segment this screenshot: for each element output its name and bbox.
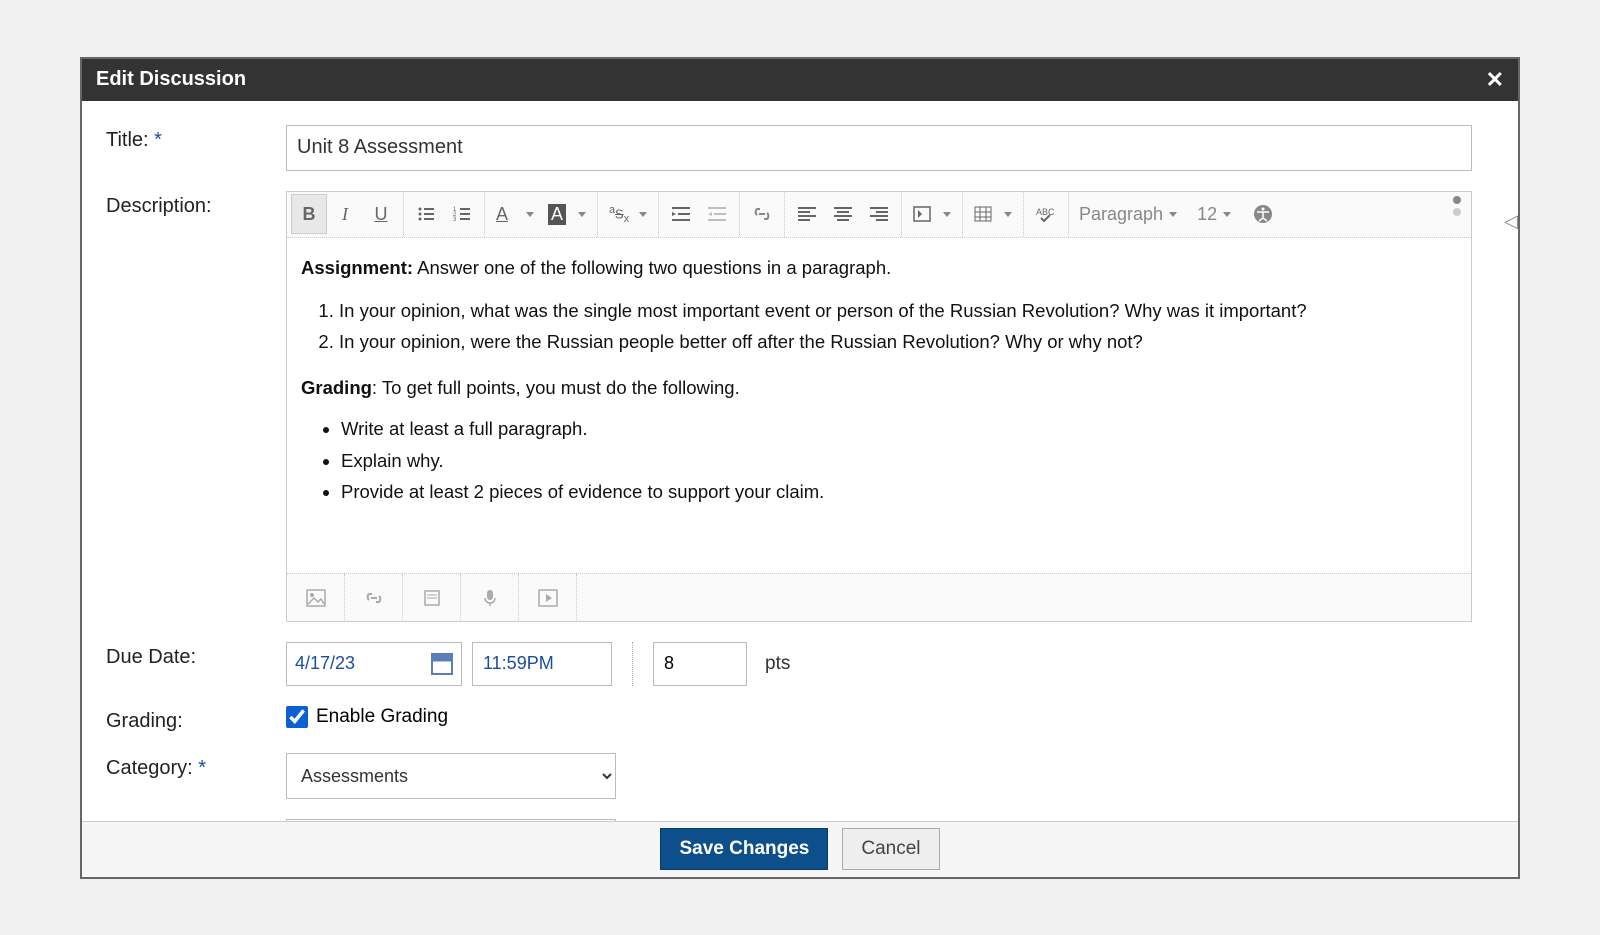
- accessibility-icon[interactable]: [1245, 194, 1281, 234]
- modal-body: Title: * Description: B I: [82, 101, 1518, 821]
- modal-header: Edit Discussion ✕: [82, 59, 1518, 101]
- text-color-icon[interactable]: A: [489, 194, 541, 234]
- svg-text:3: 3: [453, 217, 457, 222]
- required-asterisk: *: [198, 757, 206, 779]
- cancel-button[interactable]: Cancel: [842, 828, 939, 870]
- rich-text-editor: B I U 123: [286, 191, 1472, 622]
- due-time-input[interactable]: 11:59PM: [472, 642, 612, 686]
- align-center-icon[interactable]: [825, 194, 861, 234]
- spellcheck-icon[interactable]: ABC: [1028, 194, 1064, 234]
- clear-format-icon[interactable]: aSx: [602, 194, 654, 234]
- points-label: pts: [765, 653, 790, 675]
- edit-discussion-modal: Edit Discussion ✕ Title: * Description:: [80, 57, 1520, 879]
- editor-bottom-toolbar: [287, 573, 1471, 621]
- enable-grading-label: Enable Grading: [316, 706, 448, 728]
- insert-link-icon[interactable]: [345, 574, 403, 622]
- description-label: Description:: [106, 191, 286, 218]
- bullet-list-icon[interactable]: [408, 194, 444, 234]
- close-icon[interactable]: ✕: [1486, 67, 1504, 93]
- title-input[interactable]: [286, 125, 1472, 171]
- title-label: Title: *: [106, 125, 286, 152]
- font-size-select[interactable]: 12: [1187, 194, 1241, 234]
- toolbar-more-icon[interactable]: [1453, 196, 1461, 216]
- calendar-icon[interactable]: [431, 653, 453, 675]
- editor-toolbar: B I U 123: [287, 192, 1471, 238]
- grading-row-label: Grading:: [106, 706, 286, 733]
- due-date-label: Due Date:: [106, 642, 286, 669]
- modal-title: Edit Discussion: [96, 68, 246, 91]
- editor-content[interactable]: Assignment: Answer one of the following …: [287, 238, 1471, 573]
- category-label: Category: *: [106, 753, 286, 780]
- numbered-list-icon[interactable]: 123: [444, 194, 480, 234]
- highlight-color-icon[interactable]: A: [541, 194, 593, 234]
- paragraph-style-select[interactable]: Paragraph: [1069, 194, 1187, 234]
- svg-text:ABC: ABC: [1036, 207, 1055, 217]
- underline-icon[interactable]: U: [363, 194, 399, 234]
- embed-icon[interactable]: [906, 194, 958, 234]
- outdent-icon[interactable]: [699, 194, 735, 234]
- bold-icon[interactable]: B: [291, 194, 327, 234]
- align-left-icon[interactable]: [789, 194, 825, 234]
- separator: [632, 642, 633, 686]
- link-icon[interactable]: [744, 194, 780, 234]
- save-changes-button[interactable]: Save Changes: [660, 828, 828, 870]
- category-select[interactable]: Assessments: [286, 753, 616, 799]
- modal-footer: Save Changes Cancel: [82, 821, 1518, 877]
- indent-icon[interactable]: [663, 194, 699, 234]
- align-right-icon[interactable]: [861, 194, 897, 234]
- table-icon[interactable]: [967, 194, 1019, 234]
- collapse-sidebar-icon[interactable]: ◁: [1504, 207, 1518, 237]
- insert-file-icon[interactable]: [403, 574, 461, 622]
- points-input[interactable]: [653, 642, 747, 686]
- required-asterisk: *: [154, 129, 162, 151]
- insert-audio-icon[interactable]: [461, 574, 519, 622]
- enable-grading-checkbox[interactable]: [286, 706, 308, 728]
- italic-icon[interactable]: I: [327, 194, 363, 234]
- due-date-input[interactable]: 4/17/23: [286, 642, 462, 686]
- insert-image-icon[interactable]: [287, 574, 345, 622]
- insert-media-icon[interactable]: [519, 574, 577, 622]
